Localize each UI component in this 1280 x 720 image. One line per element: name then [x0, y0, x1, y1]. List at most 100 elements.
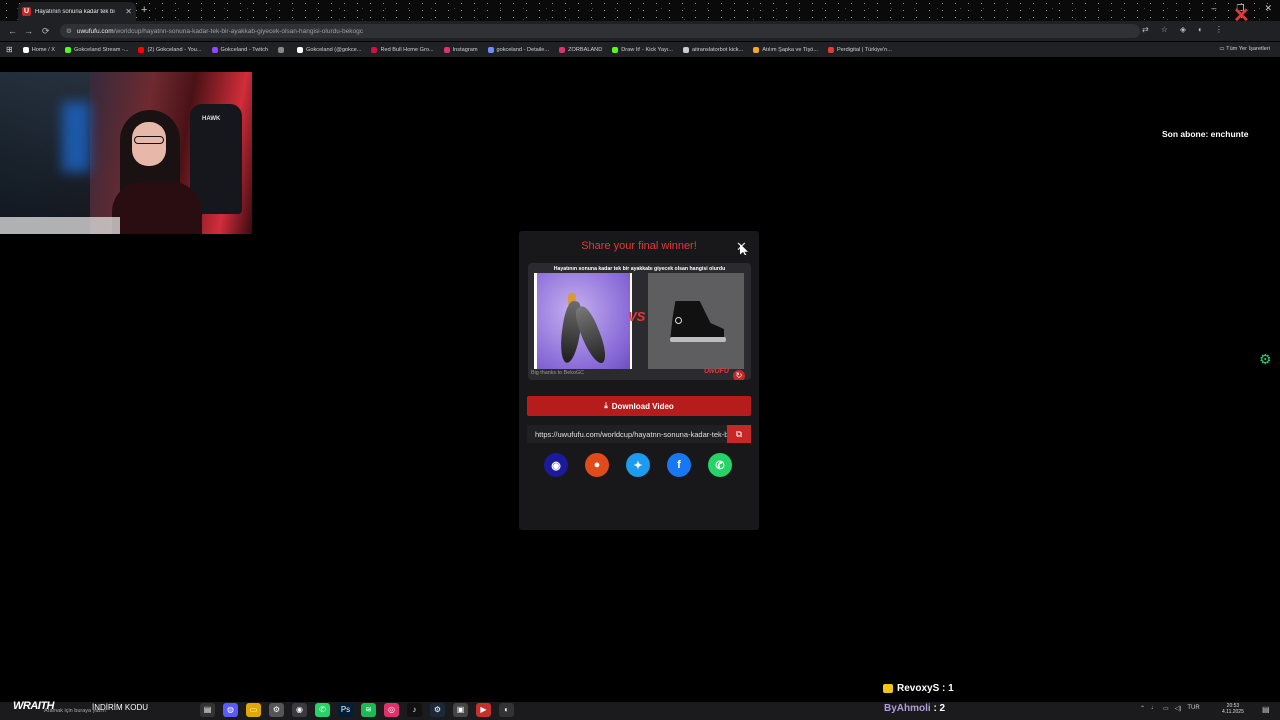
- bookmark-icon: [443, 46, 450, 53]
- bookmark-item[interactable]: Gokceland - Twitch: [211, 46, 269, 53]
- reload-button[interactable]: ⟳: [42, 26, 50, 37]
- volume-icon[interactable]: ◁): [1175, 705, 1182, 712]
- bookmark-label: (2) Gokceland - You...: [147, 46, 202, 53]
- all-bookmarks-label: Tüm Yer İşaretleri: [1226, 46, 1270, 52]
- profile-icon[interactable]: ◐: [1198, 25, 1203, 34]
- settings-icon[interactable]: ⚙: [269, 703, 284, 717]
- taskbar-clock[interactable]: 20:53 4.11.2025: [1222, 703, 1244, 715]
- bookmark-label: Gokceland Stream -...: [74, 46, 129, 53]
- bookmark-item[interactable]: aitranslatorbot kick...: [682, 46, 743, 53]
- microphone-icon[interactable]: ♩: [1151, 705, 1157, 712]
- bookmark-item[interactable]: (2) Gokceland - You...: [138, 46, 202, 53]
- tab-close-icon[interactable]: ✕: [125, 7, 132, 16]
- new-tab-button[interactable]: +: [141, 4, 147, 16]
- share-url-text[interactable]: https://uwufufu.com/worldcup/hayatnn-son…: [527, 430, 727, 439]
- taskbar-search[interactable]: Aramak için buraya yazın: [44, 708, 106, 714]
- download-video-button[interactable]: ⤓ Download Video: [527, 396, 751, 416]
- bookmarks-bar: ⊞ Home / X Gokceland Stream -... (2) Gok…: [0, 42, 1280, 57]
- bookmark-item[interactable]: Gokceland (@gokce...: [297, 46, 361, 53]
- star-icon[interactable]: ☆: [1161, 25, 1168, 34]
- bookmark-label: ZORBALAND: [568, 46, 603, 53]
- url-path: /worldcup/hayatnn-sonuna-kadar-tek-bir-a…: [113, 27, 363, 35]
- bookmark-label: Gokceland - Twitch: [220, 46, 269, 53]
- result-preview: Hayatının sonuna kadar tek bir ayakkabı …: [528, 263, 751, 380]
- bookmark-item[interactable]: Home / X: [22, 46, 55, 53]
- vote-counter-1: RevoxyS : 1: [883, 683, 954, 694]
- share-url-field[interactable]: https://uwufufu.com/worldcup/hayatnn-son…: [527, 425, 751, 443]
- extensions-icon[interactable]: ◈: [1180, 25, 1186, 34]
- bookmark-icon: [559, 46, 566, 53]
- whatsapp-share-button[interactable]: ✆: [708, 453, 732, 477]
- spotify-icon[interactable]: ≋: [361, 703, 376, 717]
- refresh-icon[interactable]: ↻: [733, 370, 745, 380]
- vote-counter-2: ByAhmoli : 2: [884, 703, 945, 714]
- site-info-icon[interactable]: ⚙: [66, 27, 72, 35]
- bookmark-icon: [297, 46, 304, 53]
- tiktok-icon[interactable]: ♪: [407, 703, 422, 717]
- folder-icon[interactable]: ▭: [246, 703, 261, 717]
- bookmark-item[interactable]: ZORBALAND: [559, 46, 603, 53]
- vote-counter-1-text: RevoxyS : 1: [897, 683, 954, 694]
- bookmark-icon: [682, 46, 689, 53]
- close-window-button[interactable]: ✕: [1264, 3, 1272, 14]
- chevron-up-icon[interactable]: ⌃: [1140, 705, 1145, 712]
- bookmark-label: Red Bull Home Gro...: [380, 46, 434, 53]
- bookmark-icon: [612, 46, 619, 53]
- share-modal: Share your final winner! ✕ Hayatının son…: [519, 231, 759, 530]
- bookmark-item[interactable]: Instagram: [443, 46, 478, 53]
- steam-icon[interactable]: ⚙: [430, 703, 445, 717]
- apps-icon[interactable]: ⊞: [6, 45, 13, 54]
- menu-icon[interactable]: ⋮: [1215, 25, 1223, 34]
- bookmark-icon: [371, 46, 378, 53]
- facebook-share-button[interactable]: f: [667, 453, 691, 477]
- bookmark-item[interactable]: Perdigital | Türkiye'n...: [827, 46, 892, 53]
- copy-icon[interactable]: ⧉: [727, 425, 751, 443]
- taskbar-apps: ▤ ◍ ▭ ⚙ ◉ ✆ Ps ≋ ◎ ♪ ⚙ ▣ ▶ ◐: [200, 703, 514, 717]
- vote-counter-2-value: : 2: [930, 703, 946, 714]
- app-icon[interactable]: ▣: [453, 703, 468, 717]
- reddit-share-button[interactable]: ●: [585, 453, 609, 477]
- bookmark-item[interactable]: gokceland - Detaile...: [487, 46, 549, 53]
- translate-icon[interactable]: ⇄: [1142, 25, 1149, 34]
- obs-icon[interactable]: ◐: [499, 703, 514, 717]
- instagram-icon[interactable]: ◎: [384, 703, 399, 717]
- minimize-button[interactable]: –: [1211, 3, 1216, 14]
- bookmark-item[interactable]: Draw It! - Kick Yayı...: [612, 46, 673, 53]
- language-indicator[interactable]: TUR: [1187, 705, 1199, 712]
- bookmark-item[interactable]: [278, 46, 287, 53]
- bookmark-icon: [487, 46, 494, 53]
- bookmark-icon: [138, 46, 145, 53]
- forward-button[interactable]: →: [24, 26, 33, 36]
- bookmark-icon: [65, 46, 72, 53]
- network-icon[interactable]: ▭: [1163, 705, 1169, 712]
- bookmark-label: Instagram: [452, 46, 478, 53]
- download-label: Download Video: [611, 401, 674, 411]
- download-icon: ⤓: [604, 401, 608, 410]
- bookmark-icon: [827, 46, 834, 53]
- app-icon[interactable]: ◍: [223, 703, 238, 717]
- bookmark-icon: [211, 46, 218, 53]
- bookmark-label: Perdigital | Türkiye'n...: [836, 46, 892, 53]
- gear-extension-icon[interactable]: ⚙: [1259, 351, 1275, 367]
- bookmark-label: Draw It! - Kick Yayı...: [621, 46, 673, 53]
- twitter-share-button[interactable]: ✦: [626, 453, 650, 477]
- task-view-icon[interactable]: ▤: [200, 703, 215, 717]
- browser-tab[interactable]: U Hayatının sonuna kadar tek bi ✕: [18, 2, 136, 21]
- address-bar[interactable]: ⚙ uwufufu.com/worldcup/hayatnn-sonuna-ka…: [60, 24, 1140, 38]
- bookmark-item[interactable]: Atılım Şapka ve Tişö...: [753, 46, 818, 53]
- notification-icon[interactable]: ▤: [1262, 705, 1270, 714]
- bookmark-item[interactable]: Red Bull Home Gro...: [371, 46, 434, 53]
- folder-icon: ▭: [1219, 46, 1225, 52]
- whatsapp-icon[interactable]: ✆: [315, 703, 330, 717]
- discord-share-button[interactable]: ◉: [544, 453, 568, 477]
- bookmark-item[interactable]: Gokceland Stream -...: [65, 46, 129, 53]
- youtube-icon[interactable]: ▶: [476, 703, 491, 717]
- url-domain: uwufufu.com: [76, 27, 114, 35]
- uwufufu-favicon-icon: U: [22, 7, 31, 16]
- windows-taskbar: [0, 702, 1280, 720]
- chrome-icon[interactable]: ◉: [292, 703, 307, 717]
- back-button[interactable]: ←: [8, 26, 17, 36]
- vs-label: VS: [628, 309, 646, 324]
- photoshop-icon[interactable]: Ps: [338, 703, 353, 717]
- all-bookmarks[interactable]: ▭ Tüm Yer İşaretleri: [1219, 46, 1270, 52]
